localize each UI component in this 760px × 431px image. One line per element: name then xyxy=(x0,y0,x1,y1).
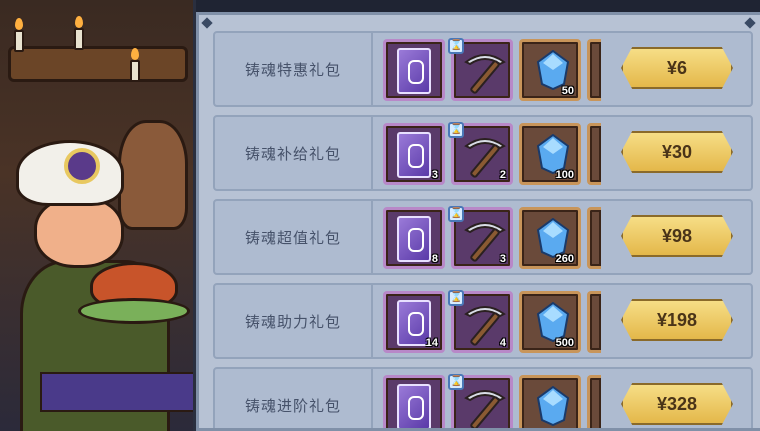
gem-item-slot[interactable] xyxy=(519,375,581,428)
book-item-slot[interactable]: 14 ⌛ xyxy=(383,290,464,353)
book-item-slot[interactable]: ⌛ xyxy=(383,374,464,428)
item-quantity: 8 xyxy=(431,253,438,265)
corner-stud xyxy=(744,17,756,29)
item-quantity: 14 xyxy=(425,337,438,349)
dog-character xyxy=(118,120,188,230)
pack-items: 14 ⌛ 4 500 xyxy=(383,290,601,353)
price-button[interactable]: ¥98 xyxy=(621,215,733,257)
pack-name: 铸魂超值礼包 xyxy=(215,201,373,273)
hat-emblem-icon xyxy=(64,148,100,184)
pack-name: 铸魂特惠礼包 xyxy=(215,33,373,105)
item-quantity: 50 xyxy=(561,85,574,97)
pack-list-panel[interactable]: 铸魂特惠礼包 ⌛ 50 ¥6 铸魂补给礼包 3 ⌛ 2 100 ¥30 铸魂超值… xyxy=(196,12,760,431)
item-quantity: 260 xyxy=(555,253,574,265)
item-slot-partial xyxy=(587,375,601,428)
item-slot-partial xyxy=(587,291,601,353)
purple-spellbook-icon xyxy=(397,216,431,262)
item-slot-partial xyxy=(587,123,601,185)
pack-items: ⌛ 50 xyxy=(383,38,601,101)
purple-spellbook-icon xyxy=(397,48,431,94)
pack-items: 3 ⌛ 2 100 xyxy=(383,122,601,185)
pack-row: 铸魂进阶礼包 ⌛ ¥328 xyxy=(213,367,753,428)
pack-name: 铸魂助力礼包 xyxy=(215,285,373,357)
gem-item-slot[interactable]: 100 xyxy=(519,123,581,185)
pack-name: 铸魂补给礼包 xyxy=(215,117,373,189)
pack-row: 铸魂超值礼包 8 ⌛ 3 260 ¥98 xyxy=(213,199,753,275)
candle xyxy=(14,30,24,52)
price-button[interactable]: ¥198 xyxy=(621,299,733,341)
item-slot-partial xyxy=(587,39,601,101)
pack-name: 铸魂进阶礼包 xyxy=(215,369,373,428)
item-slot-partial xyxy=(587,207,601,269)
purple-spellbook-icon xyxy=(397,132,431,178)
book-item-slot[interactable]: 3 ⌛ xyxy=(383,122,464,185)
chef-illustration xyxy=(0,0,196,431)
rug xyxy=(40,372,193,412)
gem-item-slot[interactable]: 50 xyxy=(519,39,581,101)
pack-row: 铸魂补给礼包 3 ⌛ 2 100 ¥30 xyxy=(213,115,753,191)
candle xyxy=(130,60,140,82)
gem-item-slot[interactable]: 260 xyxy=(519,207,581,269)
hourglass-badge-icon: ⌛ xyxy=(448,206,464,222)
item-quantity: 500 xyxy=(555,337,574,349)
gem-item-slot[interactable]: 500 xyxy=(519,291,581,353)
pack-items: 8 ⌛ 3 260 xyxy=(383,206,601,269)
candle-flame xyxy=(131,48,139,60)
hourglass-badge-icon: ⌛ xyxy=(448,290,464,306)
item-quantity: 100 xyxy=(555,169,574,181)
hourglass-badge-icon: ⌛ xyxy=(448,38,464,54)
pack-row: 铸魂特惠礼包 ⌛ 50 ¥6 xyxy=(213,31,753,107)
candle-flame xyxy=(75,16,83,28)
book-item-slot[interactable]: 8 ⌛ xyxy=(383,206,464,269)
book-item-slot[interactable]: ⌛ xyxy=(383,38,464,101)
candle-flame xyxy=(15,18,23,30)
candle xyxy=(74,28,84,50)
price-button[interactable]: ¥328 xyxy=(621,383,733,425)
price-button[interactable]: ¥30 xyxy=(621,131,733,173)
chandelier xyxy=(8,46,188,82)
corner-stud xyxy=(201,17,213,29)
pack-row: 铸魂助力礼包 14 ⌛ 4 500 ¥198 xyxy=(213,283,753,359)
hourglass-badge-icon: ⌛ xyxy=(448,122,464,138)
item-quantity: 3 xyxy=(499,253,506,265)
item-quantity: 4 xyxy=(499,337,506,349)
pack-items: ⌛ xyxy=(383,374,601,428)
item-quantity: 3 xyxy=(431,169,438,181)
purple-spellbook-icon xyxy=(397,384,431,428)
price-button[interactable]: ¥6 xyxy=(621,47,733,89)
item-quantity: 2 xyxy=(499,169,506,181)
serving-plate xyxy=(78,298,190,324)
chef-face xyxy=(34,196,124,268)
hourglass-badge-icon: ⌛ xyxy=(448,374,464,390)
